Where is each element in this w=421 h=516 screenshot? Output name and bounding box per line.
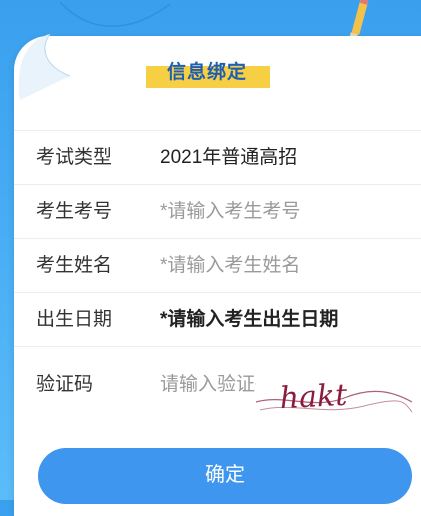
form-title-text: 信息绑定 <box>166 62 247 83</box>
exam-number-label: 考生考号 <box>36 201 113 222</box>
confirm-button[interactable]: 确定 <box>38 448 412 504</box>
field-row-exam-type[interactable]: 考试类型 2021年普通高招 <box>14 130 421 185</box>
birth-date-label: 出生日期 <box>36 309 113 330</box>
field-row-student-name[interactable]: 考生姓名 *请输入考生姓名 <box>14 238 421 293</box>
student-name-label: 考生姓名 <box>36 255 113 276</box>
birth-date-input[interactable]: *请输入考生出生日期 <box>160 293 338 347</box>
captcha-input[interactable]: 请输入验证码 <box>160 347 256 423</box>
captcha-image[interactable]: hakt <box>254 372 414 422</box>
exam-type-label: 考试类型 <box>36 147 113 168</box>
field-row-birth-date[interactable]: 出生日期 *请输入考生出生日期 <box>14 292 421 347</box>
student-name-input[interactable]: *请输入考生姓名 <box>160 239 300 293</box>
field-row-exam-number[interactable]: 考生考号 *请输入考生考号 <box>14 184 421 239</box>
page-curl-decoration <box>18 33 70 100</box>
exam-number-input[interactable]: *请输入考生考号 <box>160 185 300 239</box>
captcha-label: 验证码 <box>36 374 94 395</box>
captcha-text: hakt <box>279 378 349 417</box>
form-title: 信息绑定 <box>144 58 270 92</box>
background-curve-decoration <box>60 1 171 27</box>
exam-type-value[interactable]: 2021年普通高招 <box>160 131 297 185</box>
